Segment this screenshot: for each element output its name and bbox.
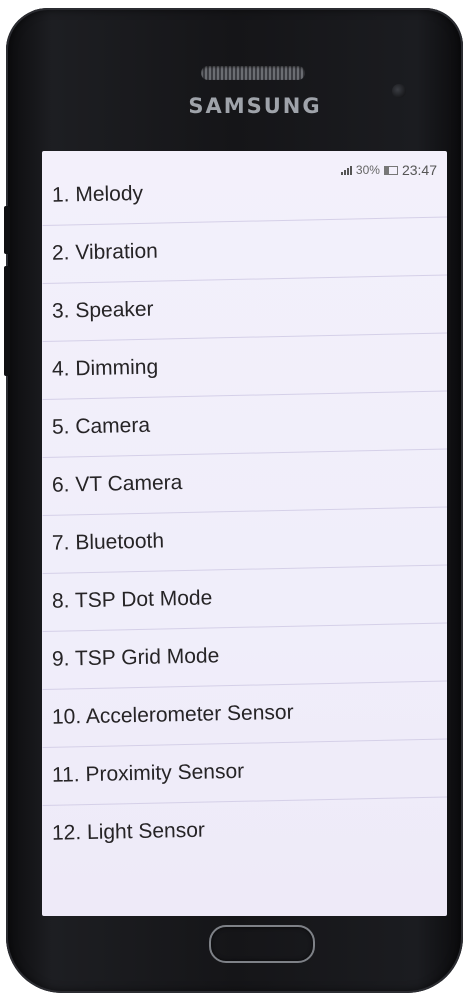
home-button[interactable] <box>209 925 315 963</box>
brand-logo: SAMSUNG <box>188 94 322 118</box>
phone-body: SAMSUNG 30% 23:47 1. Melody 2. Vibration… <box>4 8 463 993</box>
menu-item-label: 4. Dimming <box>51 355 159 381</box>
menu-item-camera[interactable]: 5. Camera <box>42 390 447 458</box>
menu-item-label: 10. Accelerometer Sensor <box>51 700 294 729</box>
menu-item-bluetooth[interactable]: 7. Bluetooth <box>42 506 447 574</box>
menu-item-melody[interactable]: 1. Melody <box>42 158 447 226</box>
menu-item-tsp-dot-mode[interactable]: 8. TSP Dot Mode <box>42 564 447 632</box>
menu-item-label: 11. Proximity Sensor <box>51 759 245 787</box>
menu-item-label: 1. Melody <box>51 181 144 207</box>
menu-item-light-sensor[interactable]: 12. Light Sensor <box>42 797 447 863</box>
test-menu: 1. Melody 2. Vibration 3. Speaker 4. Dim… <box>42 151 447 916</box>
menu-item-dimming[interactable]: 4. Dimming <box>42 332 447 400</box>
menu-item-label: 8. TSP Dot Mode <box>51 586 213 613</box>
menu-item-speaker[interactable]: 3. Speaker <box>42 274 447 342</box>
menu-item-accelerometer-sensor[interactable]: 10. Accelerometer Sensor <box>42 680 447 748</box>
menu-item-label: 9. TSP Grid Mode <box>51 644 220 671</box>
phone-screen[interactable]: 30% 23:47 1. Melody 2. Vibration 3. Spea… <box>42 151 447 916</box>
menu-item-label: 6. VT Camera <box>51 471 183 497</box>
menu-item-proximity-sensor[interactable]: 11. Proximity Sensor <box>42 738 447 806</box>
menu-item-label: 2. Vibration <box>51 239 159 265</box>
side-key-lower[interactable] <box>4 266 10 376</box>
menu-item-label: 7. Bluetooth <box>51 529 165 555</box>
menu-item-label: 5. Camera <box>51 413 151 439</box>
menu-item-vt-camera[interactable]: 6. VT Camera <box>42 448 447 516</box>
front-camera <box>392 84 406 98</box>
menu-item-label: 12. Light Sensor <box>51 818 206 845</box>
side-key-upper[interactable] <box>4 206 10 254</box>
menu-item-vibration[interactable]: 2. Vibration <box>42 216 447 284</box>
menu-item-tsp-grid-mode[interactable]: 9. TSP Grid Mode <box>42 622 447 690</box>
menu-item-label: 3. Speaker <box>51 297 154 323</box>
earpiece-speaker <box>201 66 305 80</box>
